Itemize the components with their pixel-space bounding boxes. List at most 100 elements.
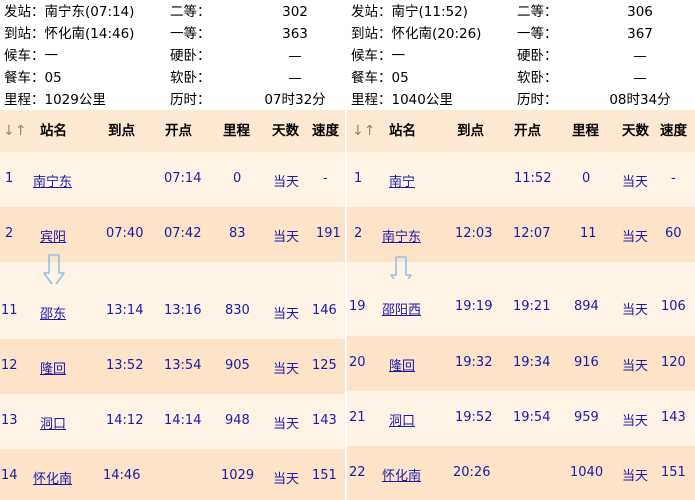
distance-value: 830 xyxy=(225,303,250,318)
col-distance[interactable]: 里程 xyxy=(223,110,250,152)
col-speed[interactable]: 速度 xyxy=(312,110,339,152)
stop-index: 11 xyxy=(1,303,18,318)
soft-sleeper-label: 软卧： xyxy=(170,70,211,86)
table-row[interactable]: 21 洞口 19:52 19:54 959 当天 143 xyxy=(347,391,695,446)
col-distance[interactable]: 里程 xyxy=(572,110,599,152)
stop-index: 22 xyxy=(349,465,366,480)
first-class-label: 一等： xyxy=(170,26,211,42)
station-link[interactable]: 怀化南 xyxy=(33,468,72,487)
distance-value: 1029 xyxy=(221,468,255,483)
station-link[interactable]: 怀化南 xyxy=(382,465,421,484)
stop-index: 14 xyxy=(1,468,18,483)
duration-value: 08时34分 xyxy=(609,92,671,108)
arrival-station: 到站：怀化南(20:26) xyxy=(351,26,482,42)
table-row[interactable]: 12 隆回 13:52 13:54 905 当天 125 xyxy=(0,339,345,394)
duration-label: 历时： xyxy=(170,92,211,108)
depart-time: 07:14 xyxy=(164,171,202,186)
right-train-panel: 发站：南宁(11:52) 二等： 306 到站：怀化南(20:26) 一等： 3… xyxy=(347,0,695,500)
col-depart[interactable]: 开点 xyxy=(514,110,541,152)
speed-value: 120 xyxy=(661,355,686,370)
speed-value: 143 xyxy=(312,413,337,428)
speed-value: 143 xyxy=(661,410,686,425)
speed-value: 151 xyxy=(661,465,686,480)
col-day[interactable]: 天数 xyxy=(272,110,299,152)
table-row[interactable]: 22 怀化南 20:26 1040 当天 151 xyxy=(347,446,695,500)
second-class-label: 二等： xyxy=(170,4,211,20)
speed-value: - xyxy=(671,171,676,186)
total-distance: 里程：1029公里 xyxy=(4,92,106,108)
info-row-distance: 里程：1029公里 历时： 07时32分 xyxy=(0,89,345,111)
first-class-price: 367 xyxy=(627,26,653,42)
soft-sleeper-price: — xyxy=(288,70,302,86)
day-value: 当天 xyxy=(273,230,300,245)
info-row-dining: 餐车：05 软卧： — xyxy=(347,67,695,89)
station-link[interactable]: 邵东 xyxy=(40,303,66,322)
col-station[interactable]: 站名 xyxy=(40,110,67,152)
stop-index: 2 xyxy=(354,226,363,241)
distance-value: 11 xyxy=(580,226,597,241)
first-class-label: 一等： xyxy=(517,26,558,42)
table-row[interactable]: 14 怀化南 14:46 1029 当天 151 xyxy=(0,449,345,500)
table-row[interactable]: 1 南宁东 07:14 0 当天 - xyxy=(0,152,345,207)
second-class-price: 306 xyxy=(627,4,653,20)
table-row[interactable]: 11 邵东 13:14 13:16 830 当天 146 xyxy=(0,284,345,339)
departure-station: 发站：南宁东(07:14) xyxy=(4,4,135,20)
col-arrive[interactable]: 到点 xyxy=(457,110,484,152)
col-day[interactable]: 天数 xyxy=(622,110,649,152)
stop-index: 13 xyxy=(1,413,18,428)
info-row-departure: 发站：南宁(11:52) 二等： 306 xyxy=(347,1,695,23)
arrive-time: 14:12 xyxy=(106,413,144,428)
depart-time: 13:54 xyxy=(164,358,202,373)
station-link[interactable]: 宾阳 xyxy=(40,226,66,245)
table-row[interactable]: 13 洞口 14:12 14:14 948 当天 143 xyxy=(0,394,345,449)
station-link[interactable]: 南宁东 xyxy=(382,226,421,245)
sort-icon[interactable]: ↓↑ xyxy=(352,110,375,152)
table-row[interactable]: 1 南宁 11:52 0 当天 - xyxy=(347,152,695,207)
col-depart[interactable]: 开点 xyxy=(165,110,192,152)
arrival-station: 到站：怀化南(14:46) xyxy=(4,26,135,42)
speed-value: 151 xyxy=(312,468,337,483)
speed-value: 60 xyxy=(665,226,682,241)
station-link[interactable]: 南宁 xyxy=(389,171,415,190)
arrive-time: 19:19 xyxy=(455,299,493,314)
speed-value: - xyxy=(323,171,328,186)
sort-icon[interactable]: ↓↑ xyxy=(3,110,26,152)
distance-value: 83 xyxy=(229,226,246,241)
distance-value: 0 xyxy=(582,171,591,186)
station-link[interactable]: 洞口 xyxy=(389,410,415,429)
left-train-panel: 发站：南宁东(07:14) 二等： 302 到站：怀化南(14:46) 一等： … xyxy=(0,0,345,500)
arrive-time: 13:52 xyxy=(106,358,144,373)
depart-time: 13:16 xyxy=(164,303,202,318)
soft-sleeper-label: 软卧： xyxy=(517,70,558,86)
station-link[interactable]: 隆回 xyxy=(389,355,415,374)
stop-index: 20 xyxy=(349,355,366,370)
arrive-time: 12:03 xyxy=(455,226,493,241)
dining-car: 餐车：05 xyxy=(351,70,409,86)
departure-station: 发站：南宁(11:52) xyxy=(351,4,468,20)
depart-time: 11:52 xyxy=(514,171,552,186)
comparison-screenshot: 发站：南宁东(07:14) 二等： 302 到站：怀化南(14:46) 一等： … xyxy=(0,0,695,500)
info-row-distance: 里程：1040公里 历时： 08时34分 xyxy=(347,89,695,111)
station-link[interactable]: 邵阳西 xyxy=(382,299,421,318)
station-link[interactable]: 洞口 xyxy=(40,413,66,432)
col-speed[interactable]: 速度 xyxy=(660,110,687,152)
day-value: 当天 xyxy=(273,417,300,432)
table-row[interactable]: 19 邵阳西 19:19 19:21 894 当天 106 xyxy=(347,279,695,336)
info-row-departure: 发站：南宁东(07:14) 二等： 302 xyxy=(0,1,345,23)
stop-index: 19 xyxy=(349,299,366,314)
day-value: 当天 xyxy=(622,414,649,429)
info-row-dining: 餐车：05 软卧： — xyxy=(0,67,345,89)
table-row[interactable]: 20 隆回 19:32 19:34 916 当天 120 xyxy=(347,336,695,391)
day-value: 当天 xyxy=(622,303,649,318)
stop-index: 1 xyxy=(354,171,363,186)
table-row[interactable]: 2 南宁东 12:03 12:07 11 当天 60 xyxy=(347,207,695,262)
station-link[interactable]: 隆回 xyxy=(40,358,66,377)
day-value: 当天 xyxy=(622,175,649,190)
info-row-arrival: 到站：怀化南(14:46) 一等： 363 xyxy=(0,23,345,45)
col-arrive[interactable]: 到点 xyxy=(108,110,135,152)
day-value: 当天 xyxy=(622,230,649,245)
hard-sleeper-price: — xyxy=(288,48,302,64)
info-row-waiting: 候车：一 硬卧： — xyxy=(0,45,345,67)
station-link[interactable]: 南宁东 xyxy=(33,171,72,190)
col-station[interactable]: 站名 xyxy=(389,110,416,152)
